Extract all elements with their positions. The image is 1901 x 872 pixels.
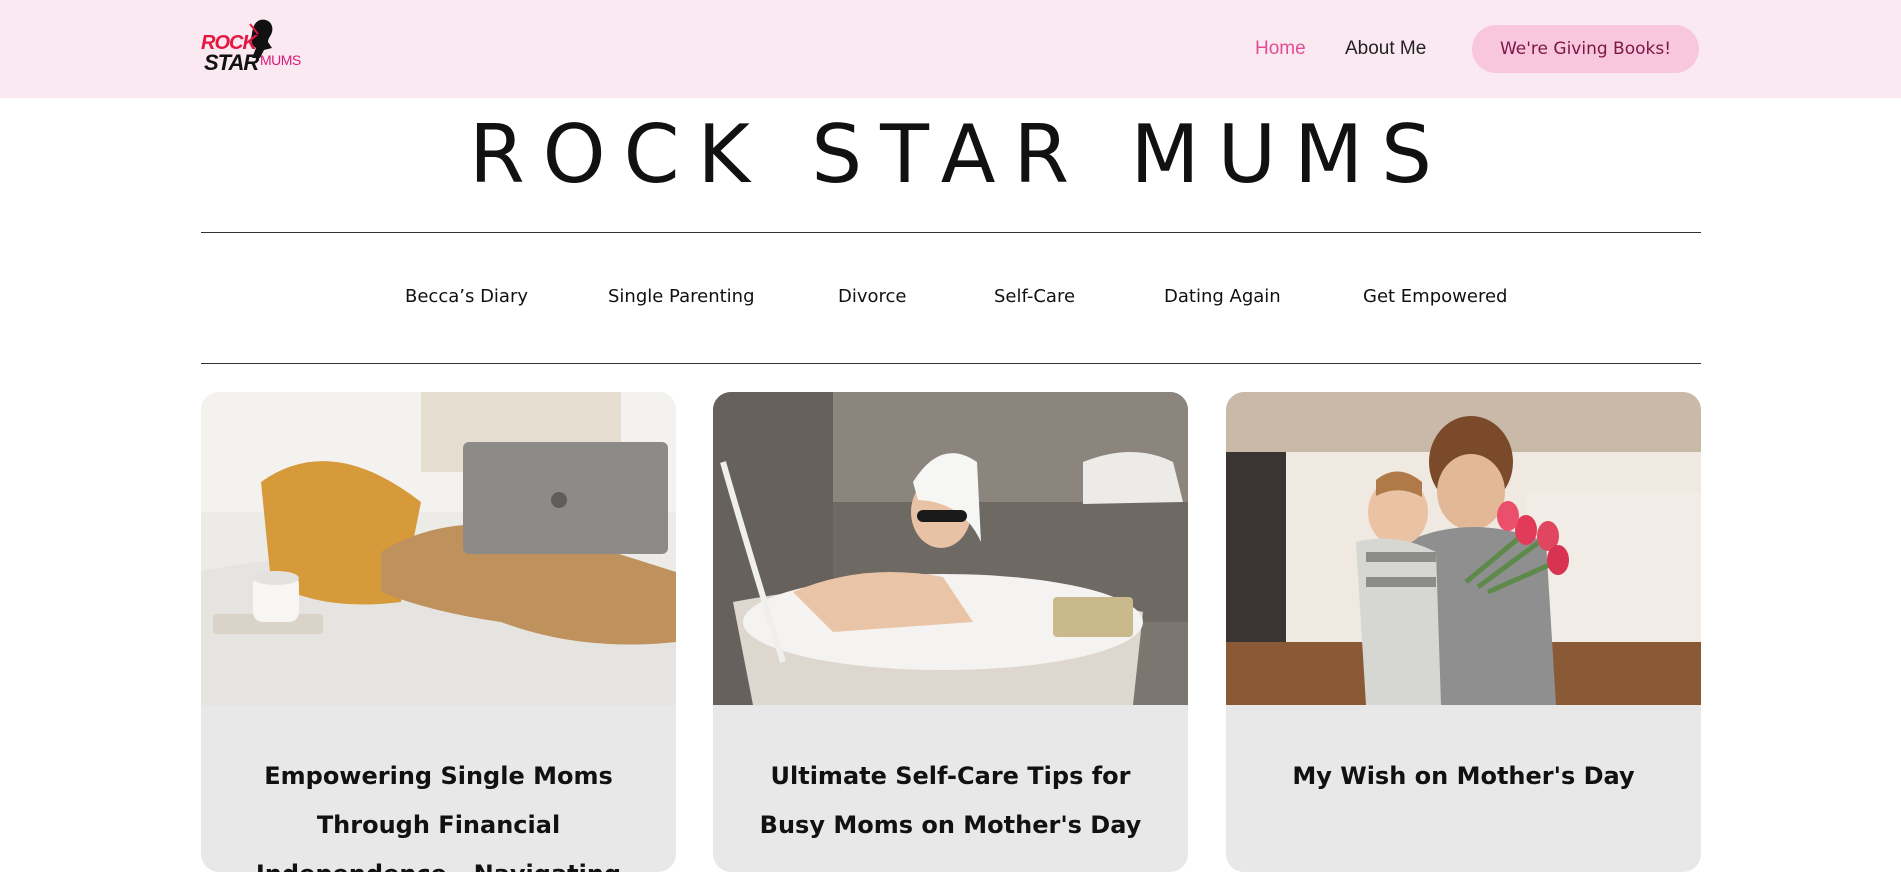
logo-word-star: STAR	[204, 50, 259, 75]
category-link-dating-again[interactable]: Dating Again	[1164, 286, 1281, 307]
category-link-self-care[interactable]: Self-Care	[994, 286, 1075, 307]
post-card[interactable]: My Wish on Mother's Day	[1226, 392, 1701, 872]
site-header: ROCK STAR MUMS Home About Me We're Givin…	[0, 0, 1901, 98]
logo-word-mums: MUMS	[260, 52, 301, 68]
post-title[interactable]: My Wish on Mother's Day	[1256, 752, 1671, 801]
post-image[interactable]	[713, 392, 1188, 705]
site-logo[interactable]: ROCK STAR MUMS	[200, 18, 312, 80]
divider-top	[201, 232, 1701, 233]
category-link-beccas-diary[interactable]: Becca’s Diary	[405, 286, 528, 307]
giving-books-button[interactable]: We're Giving Books!	[1472, 25, 1699, 73]
category-link-single-parenting[interactable]: Single Parenting	[608, 286, 755, 307]
category-link-get-empowered[interactable]: Get Empowered	[1363, 286, 1507, 307]
post-title[interactable]: Ultimate Self-Care Tips for Busy Moms on…	[743, 752, 1158, 850]
divider-bottom	[201, 363, 1701, 364]
post-image[interactable]	[201, 392, 676, 705]
post-image[interactable]	[1226, 392, 1701, 705]
site-title: ROCK STAR MUMS	[469, 108, 1450, 201]
nav-about-link[interactable]: About Me	[1345, 38, 1426, 60]
nav-home-link[interactable]: Home	[1255, 38, 1306, 60]
category-link-divorce[interactable]: Divorce	[838, 286, 907, 307]
post-title[interactable]: Empowering Single Moms Through Financial…	[231, 752, 646, 872]
post-card[interactable]: Ultimate Self-Care Tips for Busy Moms on…	[713, 392, 1188, 872]
post-card[interactable]: Empowering Single Moms Through Financial…	[201, 392, 676, 872]
